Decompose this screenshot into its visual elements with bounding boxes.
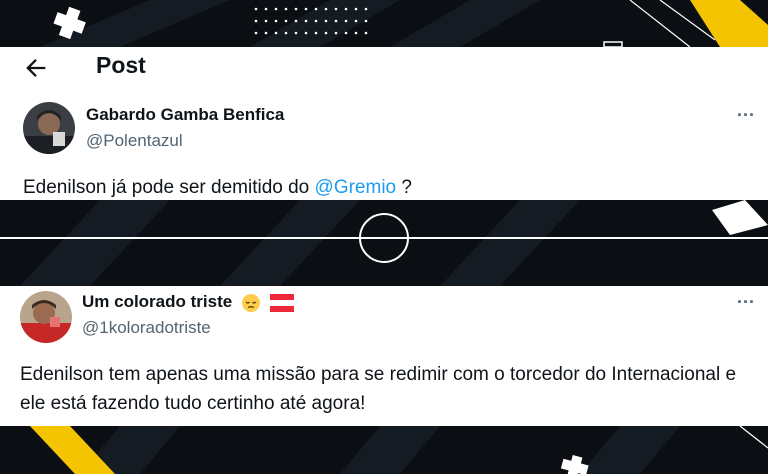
- more-options-icon[interactable]: ···: [737, 105, 755, 126]
- author-name[interactable]: Gabardo Gamba Benfica: [86, 105, 284, 125]
- more-options-icon[interactable]: ···: [737, 292, 755, 313]
- post-card-1: Post Gabardo Gamba Benfica @Polentazul ·…: [0, 47, 768, 200]
- arrow-left-icon[interactable]: [22, 54, 50, 82]
- page-title: Post: [96, 52, 146, 78]
- post-card-2: Um colorado triste @1koloradotriste ··· …: [0, 286, 768, 426]
- post-text-part: Edenilson já pode ser demitido do: [23, 177, 315, 198]
- author-name-row: Um colorado triste: [82, 292, 294, 313]
- author-handle[interactable]: @Polentazul: [86, 131, 183, 151]
- avatar[interactable]: [23, 102, 75, 154]
- pensive-face-emoji-icon: [241, 293, 260, 312]
- author-name[interactable]: Um colorado triste: [82, 292, 232, 311]
- avatar[interactable]: [20, 291, 72, 343]
- austria-flag-icon: [269, 293, 294, 312]
- post-text-part: ?: [396, 177, 412, 198]
- author-handle[interactable]: @1koloradotriste: [82, 318, 211, 338]
- post-header: Post: [0, 47, 768, 89]
- post-text: Edenilson já pode ser demitido do @Gremi…: [23, 173, 412, 202]
- avatar-image: [20, 291, 72, 343]
- post-text: Edenilson tem apenas uma missão para se …: [20, 364, 737, 414]
- mention-link[interactable]: @Gremio: [315, 177, 397, 198]
- avatar-image: [23, 102, 75, 154]
